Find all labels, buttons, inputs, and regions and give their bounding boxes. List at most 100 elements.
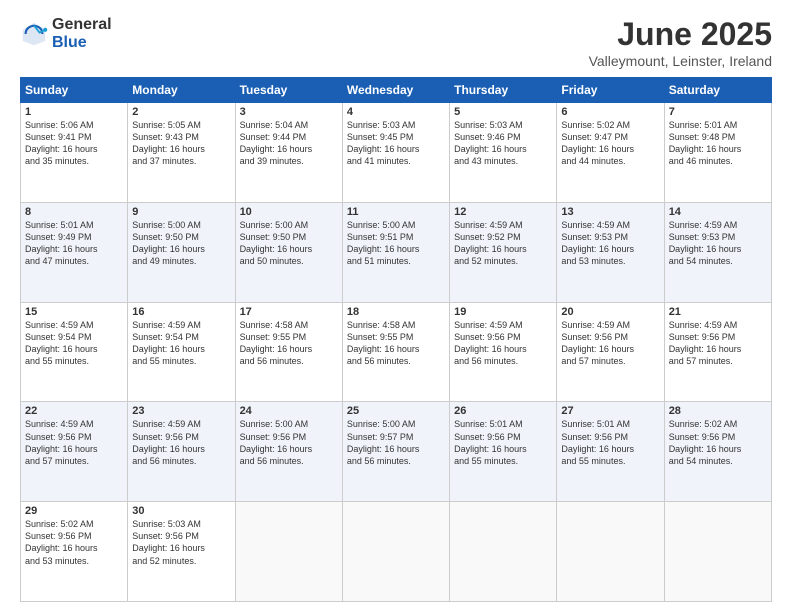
day-number: 24: [240, 405, 338, 417]
day-content: Sunrise: 5:03 AM Sunset: 9:56 PM Dayligh…: [132, 518, 230, 567]
day-number: 11: [347, 206, 445, 218]
table-row: 27Sunrise: 5:01 AM Sunset: 9:56 PM Dayli…: [557, 402, 664, 502]
table-row: 10Sunrise: 5:00 AM Sunset: 9:50 PM Dayli…: [235, 202, 342, 302]
header: General Blue June 2025 Valleymount, Lein…: [20, 16, 772, 69]
table-row: 18Sunrise: 4:58 AM Sunset: 9:55 PM Dayli…: [342, 302, 449, 402]
day-content: Sunrise: 5:00 AM Sunset: 9:56 PM Dayligh…: [240, 418, 338, 467]
day-content: Sunrise: 4:59 AM Sunset: 9:56 PM Dayligh…: [561, 319, 659, 368]
header-sunday: Sunday: [21, 78, 128, 103]
calendar-week-row: 29Sunrise: 5:02 AM Sunset: 9:56 PM Dayli…: [21, 502, 772, 602]
day-number: 5: [454, 106, 552, 118]
table-row: [342, 502, 449, 602]
calendar-week-row: 22Sunrise: 4:59 AM Sunset: 9:56 PM Dayli…: [21, 402, 772, 502]
day-number: 23: [132, 405, 230, 417]
title-section: June 2025 Valleymount, Leinster, Ireland: [589, 16, 772, 69]
day-number: 20: [561, 306, 659, 318]
day-number: 10: [240, 206, 338, 218]
header-tuesday: Tuesday: [235, 78, 342, 103]
table-row: 9Sunrise: 5:00 AM Sunset: 9:50 PM Daylig…: [128, 202, 235, 302]
day-number: 16: [132, 306, 230, 318]
day-number: 6: [561, 106, 659, 118]
day-number: 30: [132, 505, 230, 517]
calendar-table: Sunday Monday Tuesday Wednesday Thursday…: [20, 77, 772, 602]
day-number: 12: [454, 206, 552, 218]
day-content: Sunrise: 5:00 AM Sunset: 9:50 PM Dayligh…: [132, 219, 230, 268]
day-number: 8: [25, 206, 123, 218]
table-row: 1Sunrise: 5:06 AM Sunset: 9:41 PM Daylig…: [21, 103, 128, 203]
header-saturday: Saturday: [664, 78, 771, 103]
day-content: Sunrise: 4:59 AM Sunset: 9:56 PM Dayligh…: [669, 319, 767, 368]
day-content: Sunrise: 5:01 AM Sunset: 9:48 PM Dayligh…: [669, 119, 767, 168]
table-row: 6Sunrise: 5:02 AM Sunset: 9:47 PM Daylig…: [557, 103, 664, 203]
table-row: 19Sunrise: 4:59 AM Sunset: 9:56 PM Dayli…: [450, 302, 557, 402]
logo-text: General Blue: [52, 16, 112, 51]
table-row: 23Sunrise: 4:59 AM Sunset: 9:56 PM Dayli…: [128, 402, 235, 502]
day-number: 18: [347, 306, 445, 318]
day-content: Sunrise: 4:58 AM Sunset: 9:55 PM Dayligh…: [347, 319, 445, 368]
day-content: Sunrise: 5:02 AM Sunset: 9:47 PM Dayligh…: [561, 119, 659, 168]
table-row: 13Sunrise: 4:59 AM Sunset: 9:53 PM Dayli…: [557, 202, 664, 302]
table-row: 8Sunrise: 5:01 AM Sunset: 9:49 PM Daylig…: [21, 202, 128, 302]
day-content: Sunrise: 4:59 AM Sunset: 9:54 PM Dayligh…: [132, 319, 230, 368]
day-number: 4: [347, 106, 445, 118]
table-row: 24Sunrise: 5:00 AM Sunset: 9:56 PM Dayli…: [235, 402, 342, 502]
day-content: Sunrise: 5:01 AM Sunset: 9:56 PM Dayligh…: [454, 418, 552, 467]
day-number: 3: [240, 106, 338, 118]
day-number: 29: [25, 505, 123, 517]
day-content: Sunrise: 4:59 AM Sunset: 9:54 PM Dayligh…: [25, 319, 123, 368]
day-number: 7: [669, 106, 767, 118]
day-number: 19: [454, 306, 552, 318]
logo-general-text: General: [52, 16, 112, 34]
day-number: 26: [454, 405, 552, 417]
header-thursday: Thursday: [450, 78, 557, 103]
day-content: Sunrise: 5:06 AM Sunset: 9:41 PM Dayligh…: [25, 119, 123, 168]
month-title: June 2025: [589, 16, 772, 53]
day-content: Sunrise: 5:02 AM Sunset: 9:56 PM Dayligh…: [25, 518, 123, 567]
day-number: 25: [347, 405, 445, 417]
table-row: 21Sunrise: 4:59 AM Sunset: 9:56 PM Dayli…: [664, 302, 771, 402]
day-number: 22: [25, 405, 123, 417]
table-row: 29Sunrise: 5:02 AM Sunset: 9:56 PM Dayli…: [21, 502, 128, 602]
day-content: Sunrise: 5:01 AM Sunset: 9:56 PM Dayligh…: [561, 418, 659, 467]
day-content: Sunrise: 4:59 AM Sunset: 9:53 PM Dayligh…: [669, 219, 767, 268]
day-number: 14: [669, 206, 767, 218]
header-friday: Friday: [557, 78, 664, 103]
day-content: Sunrise: 5:03 AM Sunset: 9:45 PM Dayligh…: [347, 119, 445, 168]
day-number: 15: [25, 306, 123, 318]
calendar-header-row: Sunday Monday Tuesday Wednesday Thursday…: [21, 78, 772, 103]
logo-blue-text: Blue: [52, 34, 112, 52]
table-row: 16Sunrise: 4:59 AM Sunset: 9:54 PM Dayli…: [128, 302, 235, 402]
day-number: 27: [561, 405, 659, 417]
table-row: [557, 502, 664, 602]
table-row: 20Sunrise: 4:59 AM Sunset: 9:56 PM Dayli…: [557, 302, 664, 402]
day-number: 13: [561, 206, 659, 218]
location: Valleymount, Leinster, Ireland: [589, 53, 772, 69]
table-row: 2Sunrise: 5:05 AM Sunset: 9:43 PM Daylig…: [128, 103, 235, 203]
day-content: Sunrise: 4:58 AM Sunset: 9:55 PM Dayligh…: [240, 319, 338, 368]
table-row: 3Sunrise: 5:04 AM Sunset: 9:44 PM Daylig…: [235, 103, 342, 203]
table-row: 12Sunrise: 4:59 AM Sunset: 9:52 PM Dayli…: [450, 202, 557, 302]
day-content: Sunrise: 4:59 AM Sunset: 9:52 PM Dayligh…: [454, 219, 552, 268]
table-row: 30Sunrise: 5:03 AM Sunset: 9:56 PM Dayli…: [128, 502, 235, 602]
table-row: 22Sunrise: 4:59 AM Sunset: 9:56 PM Dayli…: [21, 402, 128, 502]
table-row: [664, 502, 771, 602]
table-row: 11Sunrise: 5:00 AM Sunset: 9:51 PM Dayli…: [342, 202, 449, 302]
day-number: 1: [25, 106, 123, 118]
day-number: 9: [132, 206, 230, 218]
day-content: Sunrise: 4:59 AM Sunset: 9:56 PM Dayligh…: [454, 319, 552, 368]
table-row: [235, 502, 342, 602]
header-monday: Monday: [128, 78, 235, 103]
table-row: 26Sunrise: 5:01 AM Sunset: 9:56 PM Dayli…: [450, 402, 557, 502]
page: General Blue June 2025 Valleymount, Lein…: [0, 0, 792, 612]
day-content: Sunrise: 5:00 AM Sunset: 9:50 PM Dayligh…: [240, 219, 338, 268]
day-content: Sunrise: 5:01 AM Sunset: 9:49 PM Dayligh…: [25, 219, 123, 268]
table-row: 7Sunrise: 5:01 AM Sunset: 9:48 PM Daylig…: [664, 103, 771, 203]
table-row: 28Sunrise: 5:02 AM Sunset: 9:56 PM Dayli…: [664, 402, 771, 502]
day-content: Sunrise: 4:59 AM Sunset: 9:56 PM Dayligh…: [25, 418, 123, 467]
header-wednesday: Wednesday: [342, 78, 449, 103]
calendar-week-row: 15Sunrise: 4:59 AM Sunset: 9:54 PM Dayli…: [21, 302, 772, 402]
day-content: Sunrise: 4:59 AM Sunset: 9:56 PM Dayligh…: [132, 418, 230, 467]
day-content: Sunrise: 5:00 AM Sunset: 9:57 PM Dayligh…: [347, 418, 445, 467]
logo-icon: [20, 20, 48, 48]
day-number: 28: [669, 405, 767, 417]
